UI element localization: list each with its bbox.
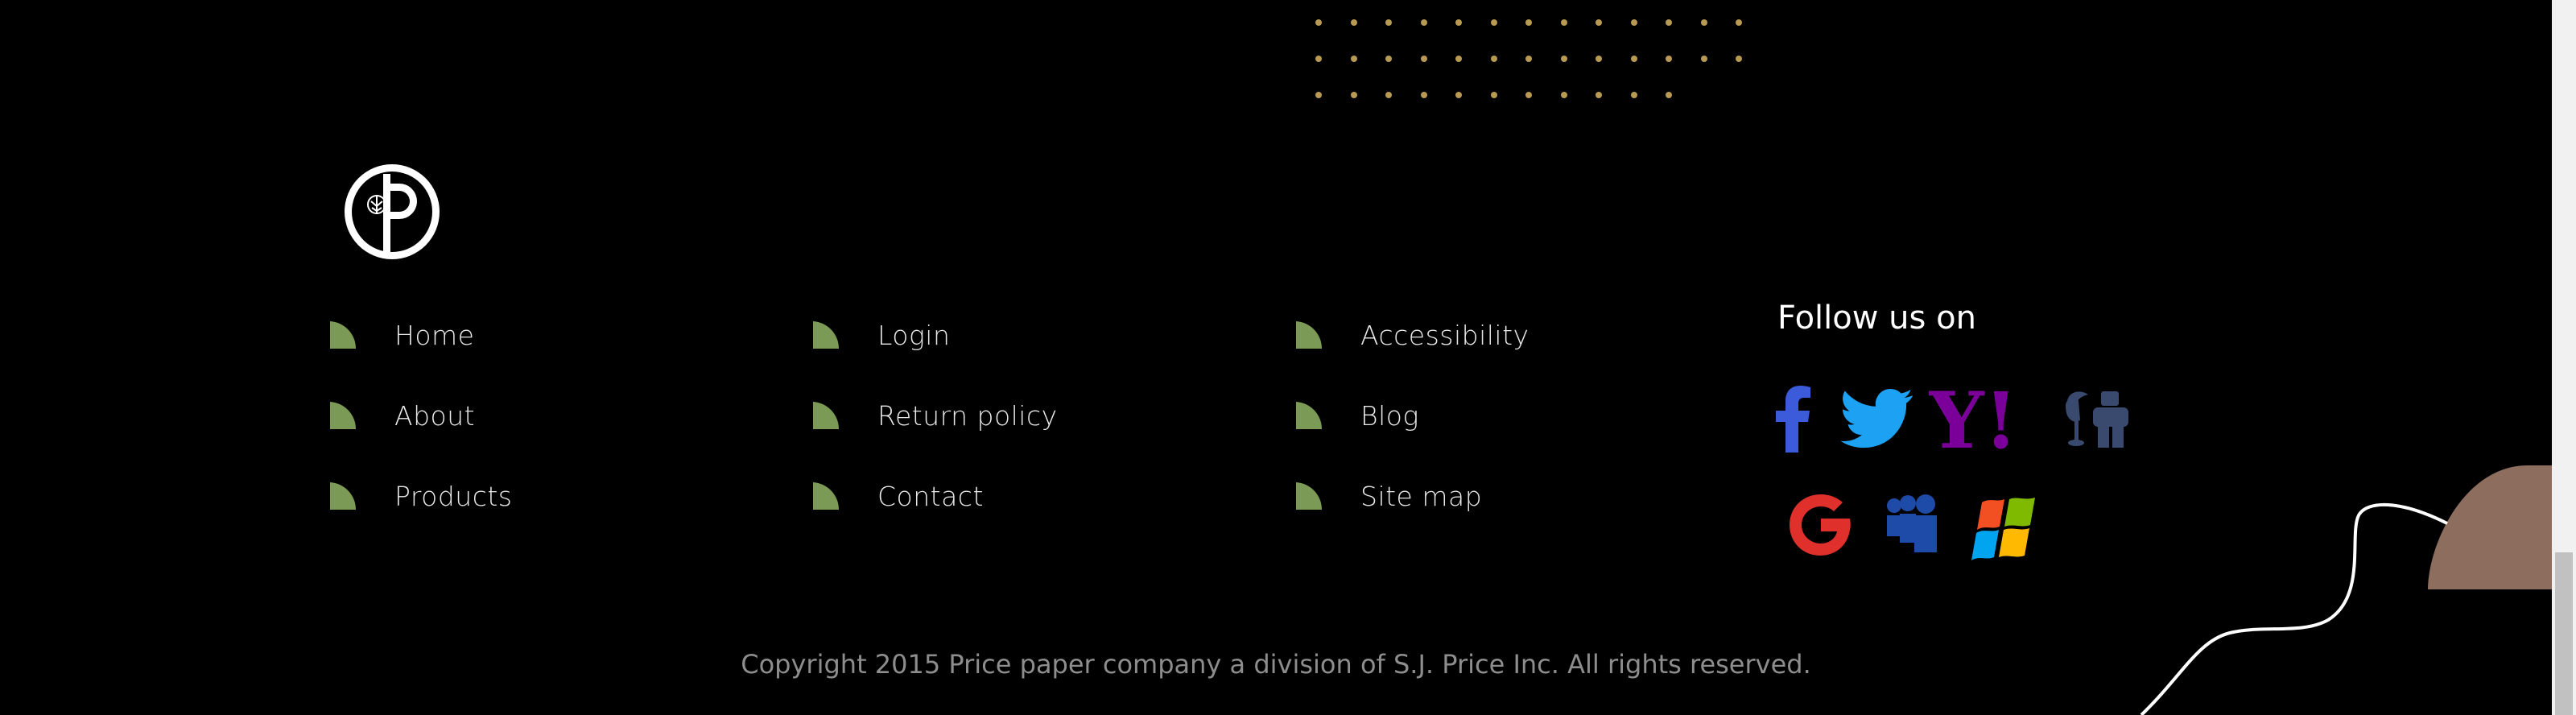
- leaf-bullet-icon: [1296, 321, 1322, 349]
- decorative-dot-grid: [1315, 19, 1766, 108]
- decorative-dot: [1490, 19, 1497, 26]
- nav-link-login[interactable]: Login: [811, 295, 1058, 375]
- decorative-dot: [1700, 19, 1707, 26]
- yahoo-icon: Y!: [1928, 375, 2018, 466]
- decorative-dot: [1666, 56, 1672, 62]
- facebook-link[interactable]: [1774, 385, 1811, 456]
- decorative-dot: [1455, 92, 1462, 98]
- nav-link-label: Products: [394, 480, 513, 512]
- decorative-dot: [1596, 19, 1602, 26]
- leaf-bullet-icon: [330, 402, 356, 429]
- decorative-dot: [1350, 92, 1357, 98]
- yahoo-link[interactable]: Y!: [1928, 375, 2029, 466]
- leaf-bullet-icon: [1296, 482, 1322, 510]
- footer-nav-column-2: Login Return policy Contact: [811, 295, 1058, 536]
- decorative-dot: [1630, 19, 1637, 26]
- nav-link-label: Login: [877, 319, 951, 351]
- leaf-bullet-icon: [813, 321, 839, 349]
- nav-link-label: Return policy: [877, 399, 1058, 432]
- nav-link-return-policy[interactable]: Return policy: [811, 375, 1058, 456]
- decorative-dot: [1736, 56, 1742, 62]
- twitter-icon: [1840, 388, 1913, 448]
- digg-link[interactable]: [2066, 388, 2132, 453]
- copyright-text: Copyright 2015 Price paper company a div…: [741, 649, 1811, 680]
- svg-text:Y!: Y!: [1929, 386, 2018, 451]
- scrollbar-track[interactable]: [2552, 0, 2576, 715]
- decorative-dot: [1630, 56, 1637, 62]
- decorative-dot: [1350, 19, 1357, 26]
- nav-link-accessibility[interactable]: Accessibility: [1294, 295, 1530, 375]
- decorative-dot: [1315, 92, 1322, 98]
- nav-link-label: Site map: [1360, 480, 1483, 512]
- leaf-bullet-icon: [1296, 402, 1322, 429]
- decorative-dot: [1455, 19, 1462, 26]
- scrollbar-thumb[interactable]: [2555, 552, 2573, 715]
- decorative-dot: [1385, 19, 1392, 26]
- decorative-dot: [1385, 92, 1392, 98]
- leaf-bullet-icon: [813, 402, 839, 429]
- nav-link-label: Home: [394, 319, 475, 351]
- decorative-dot: [1490, 92, 1497, 98]
- follow-us-heading: Follow us on: [1777, 300, 1976, 337]
- decorative-dot: [1420, 19, 1427, 26]
- decorative-dot: [1525, 92, 1532, 98]
- nav-link-label: Blog: [1360, 399, 1419, 432]
- decorative-dot: [1630, 92, 1637, 98]
- leaf-bullet-icon: [813, 482, 839, 510]
- decorative-dot: [1420, 56, 1427, 62]
- twitter-link[interactable]: [1840, 388, 1914, 453]
- decorative-dot: [1525, 56, 1532, 62]
- decorative-dot: [1596, 92, 1602, 98]
- decorative-dot: [1700, 56, 1707, 62]
- decorative-dot: [1350, 56, 1357, 62]
- facebook-icon: [1776, 386, 1810, 453]
- nav-link-label: Accessibility: [1360, 319, 1530, 351]
- nav-link-label: About: [394, 399, 476, 432]
- nav-link-blog[interactable]: Blog: [1294, 375, 1530, 456]
- nav-link-products[interactable]: Products: [328, 456, 513, 536]
- decorative-dot: [1490, 56, 1497, 62]
- nav-link-site-map[interactable]: Site map: [1294, 456, 1530, 536]
- leaf-bullet-icon: [330, 321, 356, 349]
- google-link[interactable]: [1789, 493, 1852, 560]
- nav-link-contact[interactable]: Contact: [811, 456, 1058, 536]
- decorative-dot: [1315, 56, 1322, 62]
- nav-link-about[interactable]: About: [328, 375, 513, 456]
- nav-link-label: Contact: [877, 480, 984, 512]
- leaf-bullet-icon: [330, 482, 356, 510]
- logo[interactable]: [341, 161, 443, 262]
- google-icon: [1790, 494, 1851, 556]
- decorative-dot: [1315, 19, 1322, 26]
- footer-nav-column-3: Accessibility Blog Site map: [1294, 295, 1530, 536]
- decorative-dot: [1596, 56, 1602, 62]
- decorative-dot: [1560, 56, 1567, 62]
- myspace-icon: [1887, 494, 1937, 552]
- windows-icon: [1971, 498, 2035, 560]
- decorative-dot: [1560, 92, 1567, 98]
- decorative-dot: [1666, 19, 1672, 26]
- decorative-dot: [1420, 92, 1427, 98]
- pp-monogram-logo-icon: [345, 164, 440, 259]
- decorative-dot: [1385, 56, 1392, 62]
- decorative-dot: [1560, 19, 1567, 26]
- footer-nav-column-1: Home About Products: [328, 295, 513, 536]
- digg-icon: [2066, 391, 2128, 448]
- decorative-dot: [1455, 56, 1462, 62]
- windows-link[interactable]: [1971, 498, 2041, 565]
- myspace-link[interactable]: [1885, 494, 1938, 557]
- decorative-dot: [1525, 19, 1532, 26]
- decorative-dot: [1736, 19, 1742, 26]
- decorative-dot: [1666, 92, 1672, 98]
- nav-link-home[interactable]: Home: [328, 295, 513, 375]
